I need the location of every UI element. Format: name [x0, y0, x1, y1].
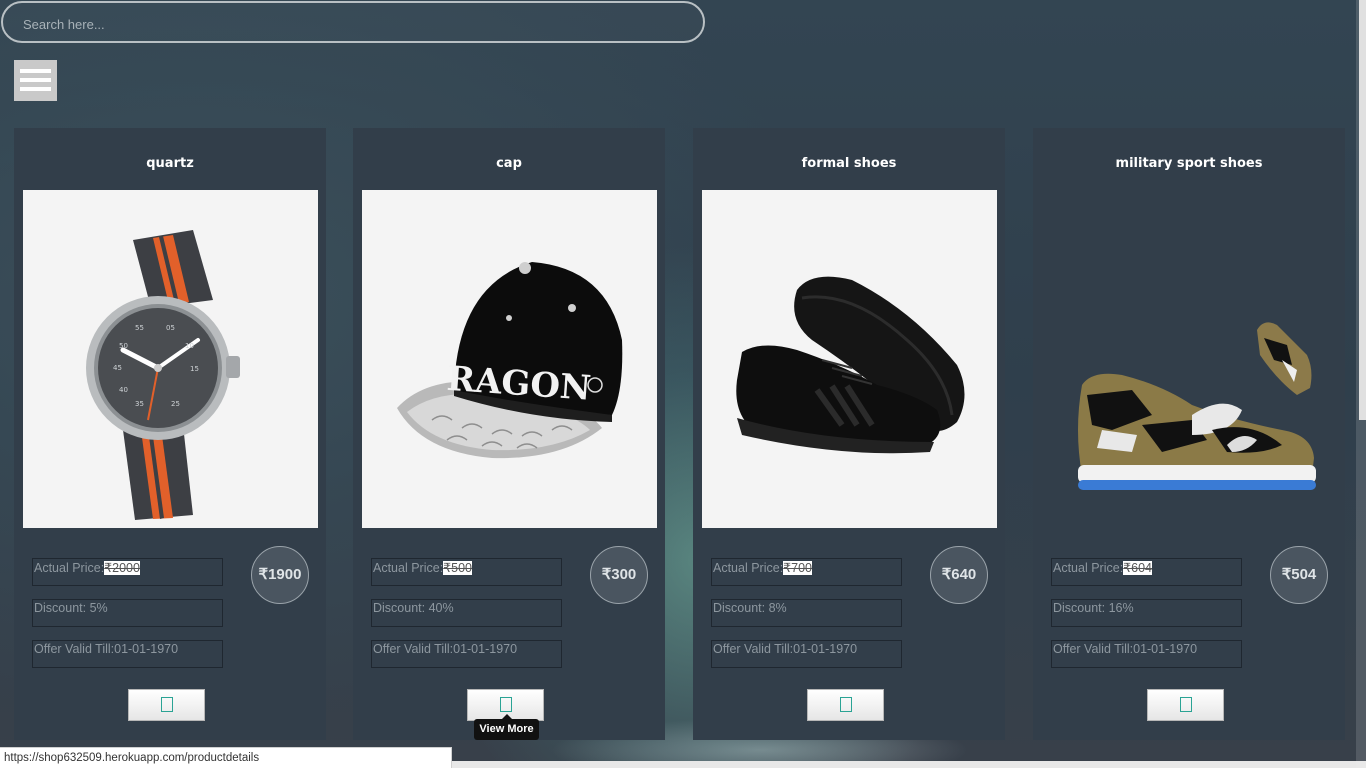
svg-text:50: 50	[119, 342, 128, 350]
actual-price-value: ₹700	[783, 561, 812, 575]
browser-status-bar: https://shop632509.herokuapp.com/product…	[0, 747, 452, 768]
camo-sneakers-image[interactable]	[1042, 190, 1337, 528]
product-card-military-sport-shoes: military sport shoes Actual Price:₹604 D…	[1033, 128, 1345, 740]
view-more-icon	[160, 697, 173, 712]
product-card-quartz: quartz 55 05 50 10 45 15 40 35 25 Actual…	[14, 128, 326, 740]
svg-text:05: 05	[166, 324, 175, 332]
hamburger-menu-icon[interactable]	[14, 60, 57, 101]
product-title: formal shoes	[801, 156, 897, 171]
offer-valid-field: Offer Valid Till:01-01-1970	[711, 640, 902, 668]
actual-price-value: ₹604	[1123, 561, 1152, 575]
offer-valid-field: Offer Valid Till:01-01-1970	[371, 640, 562, 668]
svg-text:25: 25	[171, 400, 180, 408]
product-card-cap: cap RAGON Actual Price:₹500 Discount: 40…	[353, 128, 665, 740]
search-input[interactable]	[21, 3, 685, 45]
price-badge: ₹504	[1270, 546, 1328, 604]
search-bar[interactable]	[1, 1, 705, 45]
view-more-button[interactable]	[807, 689, 884, 721]
view-more-tooltip: View More	[474, 714, 539, 740]
view-more-icon	[499, 697, 512, 712]
svg-text:45: 45	[113, 364, 122, 372]
actual-price-value: ₹2000	[104, 561, 140, 575]
product-title: cap	[496, 156, 522, 171]
vertical-scrollbar[interactable]	[1356, 0, 1366, 768]
product-title: military sport shoes	[1115, 156, 1263, 171]
product-card-formal-shoes: formal shoes Actual Price:₹700 Discount:…	[693, 128, 1005, 740]
actual-price-field: Actual Price:₹700	[711, 558, 902, 586]
svg-text:10: 10	[185, 342, 194, 350]
svg-text:55: 55	[135, 324, 144, 332]
view-more-button[interactable]	[128, 689, 205, 721]
horizontal-scrollbar[interactable]	[452, 761, 1366, 768]
scrollbar-thumb[interactable]	[1359, 0, 1366, 420]
price-badge: ₹640	[930, 546, 988, 604]
discount-field: Discount: 8%	[711, 599, 902, 627]
svg-text:35: 35	[135, 400, 144, 408]
discount-field: Discount: 16%	[1051, 599, 1242, 627]
snapback-cap-image[interactable]: RAGON	[362, 190, 657, 528]
actual-price-field: Actual Price:₹604	[1051, 558, 1242, 586]
offer-valid-field: Offer Valid Till:01-01-1970	[1051, 640, 1242, 668]
wristwatch-image[interactable]: 55 05 50 10 45 15 40 35 25	[23, 190, 318, 528]
black-sneakers-image[interactable]	[702, 190, 997, 528]
discount-field: Discount: 40%	[371, 599, 562, 627]
price-badge: ₹300	[590, 546, 648, 604]
actual-price-value: ₹500	[443, 561, 472, 575]
view-more-button[interactable]	[1147, 689, 1224, 721]
discount-field: Discount: 5%	[32, 599, 223, 627]
offer-valid-field: Offer Valid Till:01-01-1970	[32, 640, 223, 668]
view-more-icon	[1179, 697, 1192, 712]
price-badge: ₹1900	[251, 546, 309, 604]
actual-price-field: Actual Price:₹2000	[32, 558, 223, 586]
svg-text:40: 40	[119, 386, 128, 394]
actual-price-field: Actual Price:₹500	[371, 558, 562, 586]
svg-text:15: 15	[190, 365, 199, 373]
product-title: quartz	[146, 156, 194, 171]
view-more-icon	[839, 697, 852, 712]
